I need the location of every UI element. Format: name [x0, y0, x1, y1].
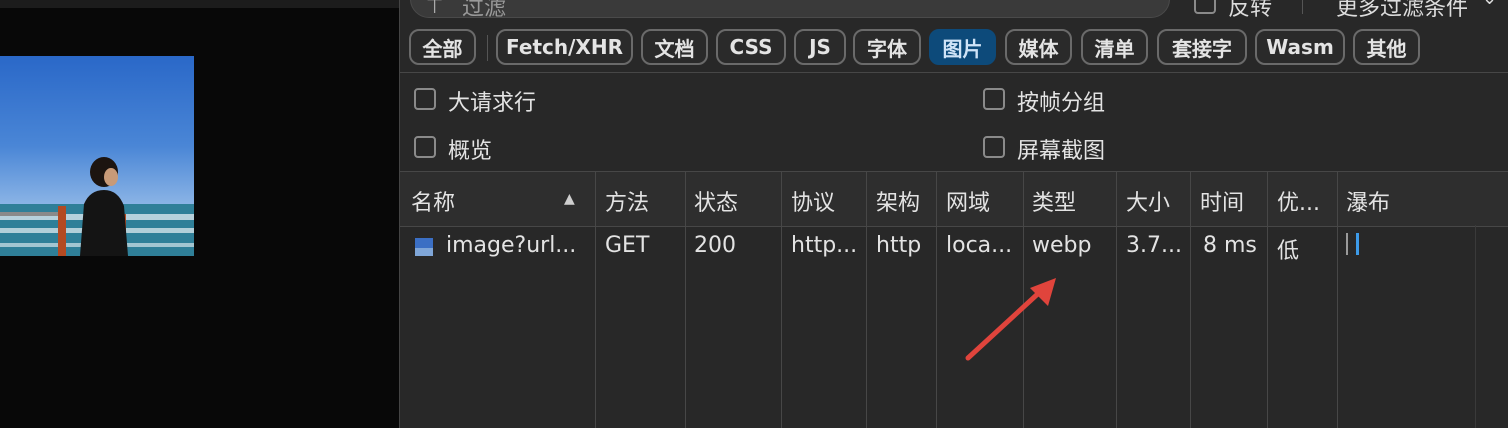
- preview-image: [0, 56, 194, 256]
- cell-priority: 低: [1277, 239, 1300, 264]
- cell-protocol: http...: [791, 233, 858, 258]
- overview-label: 概览: [448, 139, 493, 164]
- filter-chip-font[interactable]: 字体: [853, 29, 921, 65]
- cell-scheme: http: [876, 233, 922, 258]
- filter-icon: ⊤: [426, 0, 444, 18]
- large-rows-label: 大请求行: [448, 91, 537, 116]
- group-by-frame-checkbox[interactable]: [983, 88, 1005, 110]
- filter-placeholder: 过滤: [462, 0, 507, 21]
- overview-checkbox[interactable]: [414, 136, 436, 158]
- page-top-bar: [0, 0, 399, 8]
- cell-size: 3.7...: [1126, 233, 1182, 258]
- column-header-size[interactable]: 大小: [1126, 185, 1170, 217]
- column-divider[interactable]: [595, 171, 596, 428]
- waterfall-gridline: [1475, 225, 1476, 428]
- column-divider[interactable]: [936, 171, 937, 428]
- filter-chip-doc[interactable]: 文档: [641, 29, 708, 65]
- column-divider[interactable]: [866, 171, 867, 428]
- filter-chip-other[interactable]: 其他: [1353, 29, 1420, 65]
- column-header-priority[interactable]: 优...: [1277, 185, 1320, 217]
- filter-chip-socket[interactable]: 套接字: [1157, 29, 1247, 65]
- column-divider[interactable]: [781, 171, 782, 428]
- filter-chip-css[interactable]: CSS: [716, 29, 786, 65]
- column-divider[interactable]: [1337, 171, 1338, 428]
- column-header-scheme[interactable]: 架构: [876, 185, 920, 217]
- beach-photo: [0, 157, 194, 256]
- cell-status: 200: [694, 233, 736, 258]
- filter-chip-wasm[interactable]: Wasm: [1255, 29, 1345, 65]
- image-thumbnail-icon: [415, 238, 433, 256]
- column-header-method[interactable]: 方法: [605, 185, 649, 217]
- type-filter-bar: 全部 Fetch/XHR 文档 CSS JS 字体 图片 媒体 清单 套接字 W…: [400, 29, 1508, 69]
- waterfall-bar[interactable]: [1356, 233, 1359, 255]
- column-divider[interactable]: [1267, 171, 1268, 428]
- column-divider[interactable]: [1116, 171, 1117, 428]
- cell-time: 8 ms: [1203, 233, 1257, 258]
- filter-input[interactable]: [410, 0, 1170, 18]
- column-header-waterfall[interactable]: 瀑布: [1346, 185, 1390, 217]
- cell-method: GET: [605, 233, 650, 258]
- filter-chip-fetch-xhr[interactable]: Fetch/XHR: [496, 29, 633, 65]
- chip-divider: [487, 35, 488, 61]
- filter-chip-manifest[interactable]: 清单: [1081, 29, 1148, 65]
- annotation-arrow: [965, 278, 1056, 361]
- large-rows-checkbox[interactable]: [414, 88, 436, 110]
- column-header-name[interactable]: 名称: [411, 185, 455, 217]
- column-divider[interactable]: [685, 171, 686, 428]
- network-panel: ⊤ 过滤 反转 更多过滤条件 ⌄ 全部 Fetch/XHR 文档 CSS JS …: [399, 0, 1508, 428]
- column-header-type[interactable]: 类型: [1032, 185, 1076, 217]
- filter-chip-img[interactable]: 图片: [929, 29, 996, 65]
- cell-domain: loca...: [946, 233, 1013, 258]
- cell-type: webp: [1032, 233, 1092, 258]
- filter-chip-media[interactable]: 媒体: [1005, 29, 1072, 65]
- filter-chip-all[interactable]: 全部: [409, 29, 476, 65]
- invert-checkbox[interactable]: [1194, 0, 1216, 14]
- column-header-status[interactable]: 状态: [694, 185, 738, 217]
- invert-label: 反转: [1228, 0, 1273, 21]
- column-divider[interactable]: [1190, 171, 1191, 428]
- toolbar-divider: [1302, 0, 1303, 14]
- cell-name[interactable]: image?url...: [446, 233, 576, 258]
- group-by-frame-label: 按帧分组: [1017, 91, 1106, 116]
- more-filters-dropdown[interactable]: 更多过滤条件: [1336, 0, 1468, 22]
- screenshots-label: 屏幕截图: [1017, 139, 1106, 164]
- screenshots-checkbox[interactable]: [983, 136, 1005, 158]
- waterfall-start-marker: [1346, 233, 1348, 255]
- column-header-protocol[interactable]: 协议: [791, 185, 835, 217]
- column-header-domain[interactable]: 网域: [946, 185, 990, 217]
- column-header-time[interactable]: 时间: [1200, 185, 1244, 217]
- sort-ascending-icon[interactable]: ▲: [564, 191, 575, 207]
- request-table: 名称 ▲ 方法 状态 协议 架构 网域 类型 大小 时间 优... 瀑布 ima…: [400, 171, 1508, 428]
- chevron-down-icon[interactable]: ⌄: [1482, 0, 1497, 9]
- filter-chip-js[interactable]: JS: [794, 29, 846, 65]
- divider: [400, 72, 1508, 73]
